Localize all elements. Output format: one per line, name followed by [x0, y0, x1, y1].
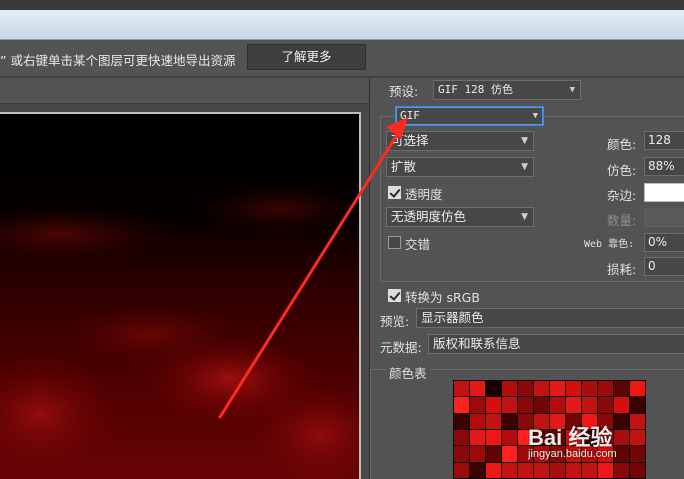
- arrow-head: [386, 117, 408, 139]
- arrow-shaft: [218, 128, 402, 419]
- watermark-url: jingyan.baidu.com: [528, 448, 617, 460]
- annotation-arrow: [218, 117, 408, 419]
